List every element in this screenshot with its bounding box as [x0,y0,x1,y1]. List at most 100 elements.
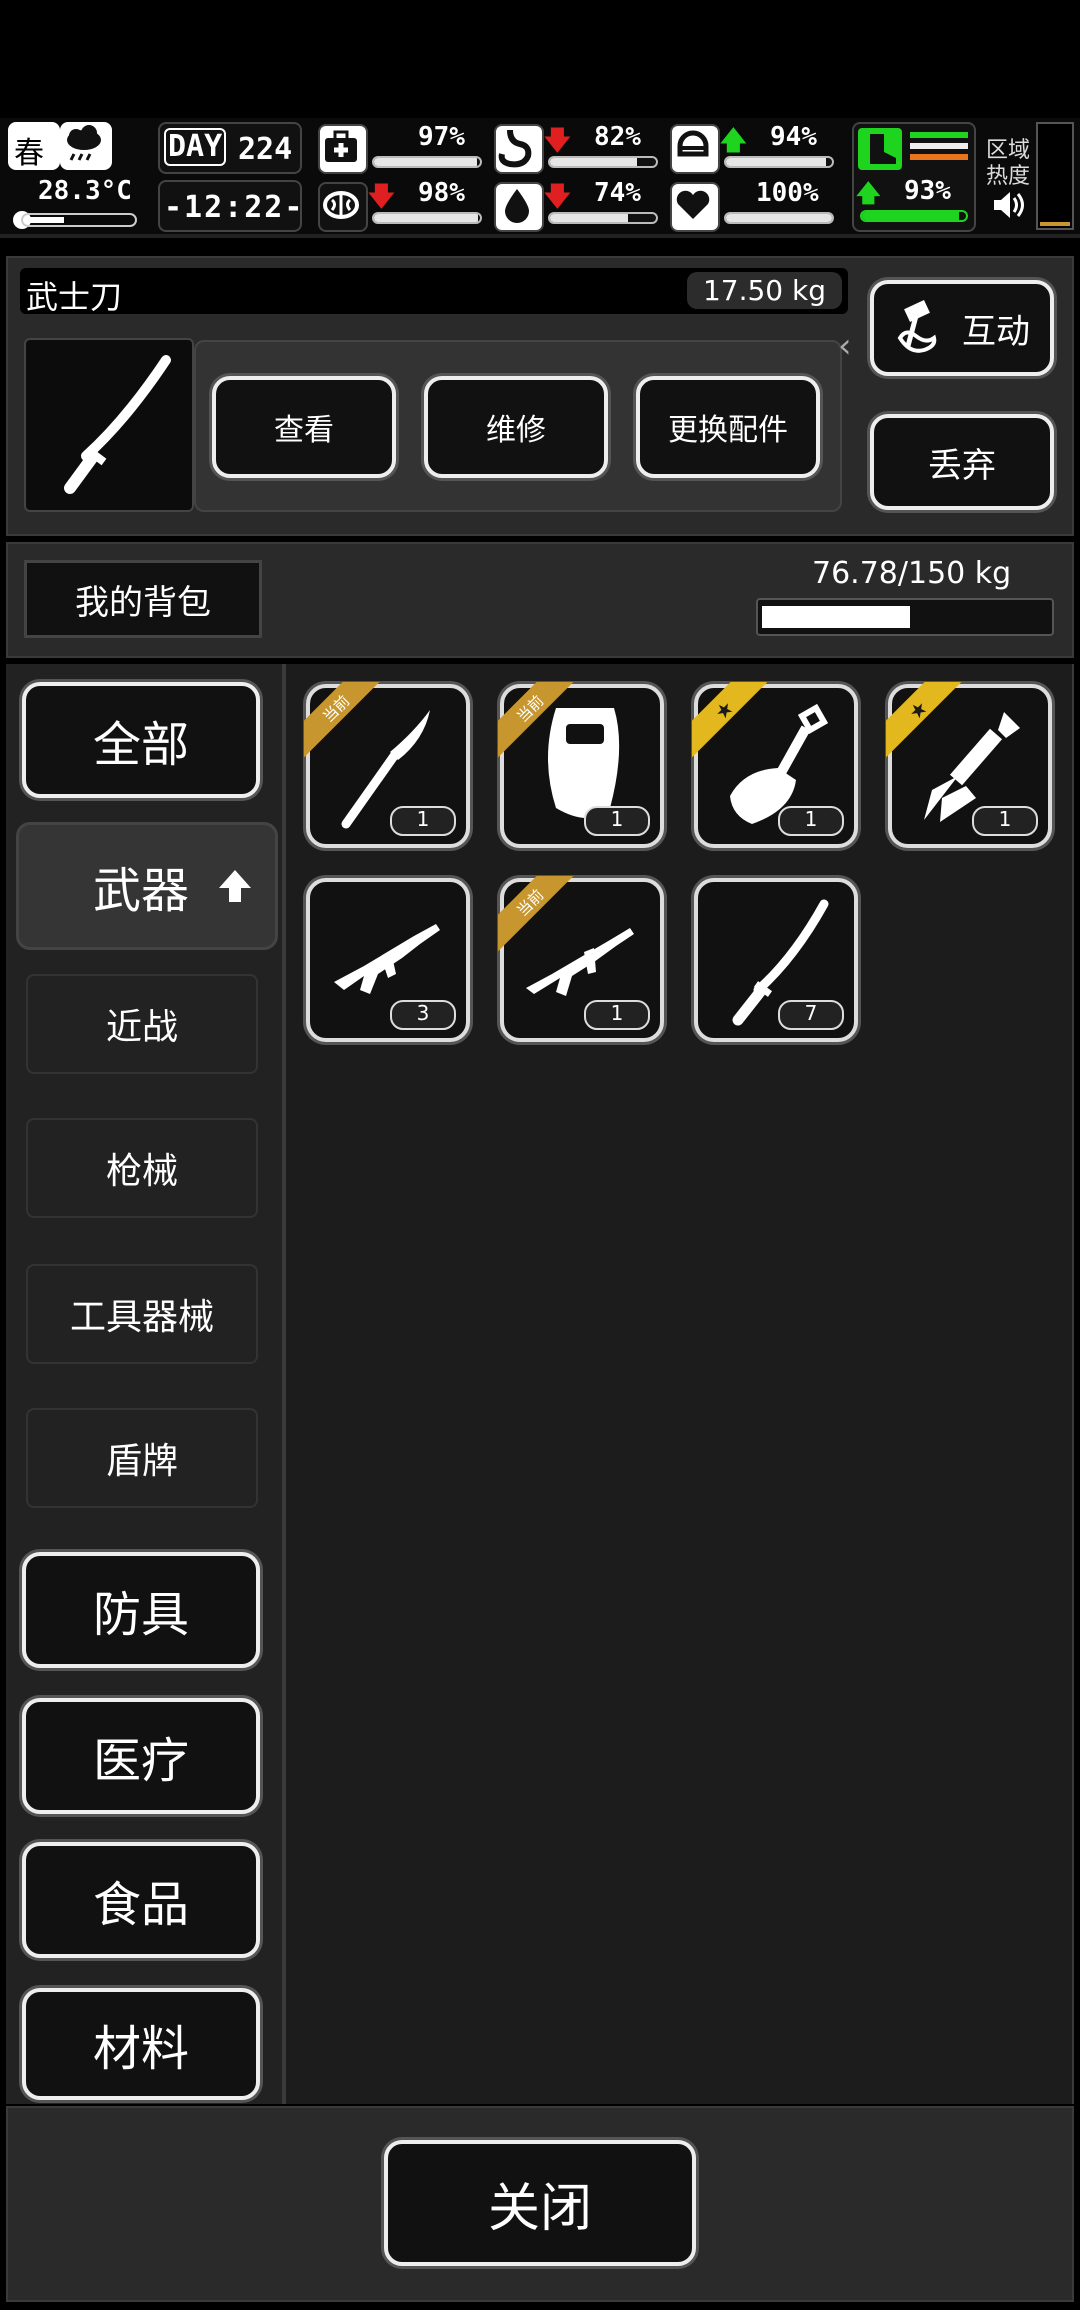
hunger-bar [548,156,658,168]
heart-value: 100% [756,178,819,208]
category-medical[interactable]: 医疗 [22,1698,260,1814]
zone-heat-meter [1036,122,1074,230]
stamina-value: 93% [904,176,951,206]
health-bar [372,156,482,168]
heart-bar-fill [726,214,832,222]
medkit-icon [318,124,368,174]
collapse-chevron-icon[interactable]: ‹ [838,326,852,366]
subcategory-shields[interactable]: 盾牌 [26,1408,258,1508]
category-all[interactable]: 全部 [22,682,260,798]
season-label: 春 [14,136,44,171]
category-food[interactable]: 食品 [22,1842,260,1958]
discard-button[interactable]: 丢弃 [870,414,1054,510]
selected-item-thumbnail[interactable] [24,338,194,512]
category-weapons-label: 武器 [93,863,190,919]
weather-cloud-rain-icon [60,122,112,170]
item-slot[interactable]: 当前 1 [500,878,664,1042]
subcategory-melee[interactable]: 近战 [26,974,258,1074]
item-count: 1 [584,806,650,836]
boot-icon [858,128,902,170]
item-count: 1 [584,1000,650,1030]
item-slot[interactable]: ★ 1 [694,684,858,848]
current-equipped-ribbon: 当前 [498,876,578,956]
item-count: 7 [778,1000,844,1030]
season-badge: 春 [8,122,60,171]
health-value: 97% [418,122,465,152]
armor-bar-fill [726,158,826,166]
item-slot[interactable]: 当前 1 [500,684,664,848]
mental-bar-fill [374,214,478,222]
stamina-bar-fill [862,212,959,220]
stomach-icon [494,124,544,174]
current-equipped-ribbon: 当前 [498,682,578,762]
thirst-bar [548,212,658,224]
subcategory-tools-label: 工具器械 [69,1297,214,1338]
repair-button-label: 维修 [486,413,546,448]
heart-icon [670,182,720,232]
health-bar-fill [374,158,477,166]
backpack-capacity-bar [756,598,1054,636]
category-materials[interactable]: 材料 [22,1988,260,2100]
category-materials-label: 材料 [92,2021,189,2077]
collapse-up-arrow-icon [219,870,252,902]
status-hud: 春 28.3°C DAY 224 -12:22- 97% 🡇 82% 🡅 94%… [0,118,1080,238]
thirst-value: 74% [594,178,641,208]
interact-button-label: 互动 [962,311,1030,352]
item-slot[interactable]: 当前 1 [306,684,470,848]
water-drop-icon [494,182,544,232]
heart-bar [724,212,834,224]
helmet-icon [670,124,720,174]
item-count: 1 [390,806,456,836]
katana-icon [64,355,171,494]
speaker-icon[interactable] [990,188,1026,222]
subcategory-firearms[interactable]: 枪械 [26,1118,258,1218]
armor-value: 94% [770,122,817,152]
mental-value: 98% [418,178,465,208]
selected-item-name: 武士刀 [26,278,123,316]
stamina-panel: 🡅 93% [852,122,976,232]
item-slot-selected[interactable]: 7 [694,878,858,1042]
view-button[interactable]: 查看 [212,376,396,478]
current-equipped-ribbon: 当前 [304,682,384,762]
close-button[interactable]: 关闭 [384,2140,696,2266]
subcategory-shields-label: 盾牌 [105,1441,178,1482]
item-slot[interactable]: ★ 1 [888,684,1052,848]
day-label: DAY [164,128,227,166]
hunger-value: 82% [594,122,641,152]
swap-parts-button-label: 更换配件 [668,413,788,448]
brain-icon [318,182,368,232]
subcategory-firearms-label: 枪械 [105,1151,178,1192]
thermometer-icon [10,208,137,229]
backpack-capacity-fill [762,606,910,628]
mental-bar [372,212,482,224]
view-button-label: 查看 [274,413,334,448]
item-count: 3 [390,1000,456,1030]
category-weapons[interactable]: 武器 [16,822,278,950]
backpack-label: 我的背包 [75,582,211,623]
hunger-bar-fill [550,158,637,166]
selected-item-weight: 17.50 kg [686,272,842,309]
subcategory-tools[interactable]: 工具器械 [26,1264,258,1364]
swap-parts-button[interactable]: 更换配件 [636,376,820,478]
item-slot[interactable]: 3 [306,878,470,1042]
category-armor-label: 防具 [92,1587,189,1643]
favorite-star-ribbon: ★ [692,682,772,762]
subcategory-melee-label: 近战 [105,1007,178,1048]
zone-heat-label-2: 热度 [986,164,1031,189]
repair-button[interactable]: 维修 [424,376,608,478]
category-all-label: 全部 [92,717,189,773]
category-food-label: 食品 [92,1877,189,1933]
day-number: 224 [238,132,293,167]
stamina-bar [860,210,968,222]
selected-item-header: 武士刀 17.50 kg [20,268,848,316]
thirst-bar-fill [550,214,629,222]
item-count: 1 [972,806,1038,836]
day-counter: DAY 224 [158,122,302,174]
armor-bar [724,156,834,168]
backpack-label-box: 我的背包 [24,560,262,638]
category-armor[interactable]: 防具 [22,1552,260,1668]
close-button-label: 关闭 [487,2178,592,2239]
clock-time: -12:22- [164,190,305,225]
hand-hammer-icon [897,300,937,353]
interact-button[interactable]: 互动 [870,280,1054,376]
